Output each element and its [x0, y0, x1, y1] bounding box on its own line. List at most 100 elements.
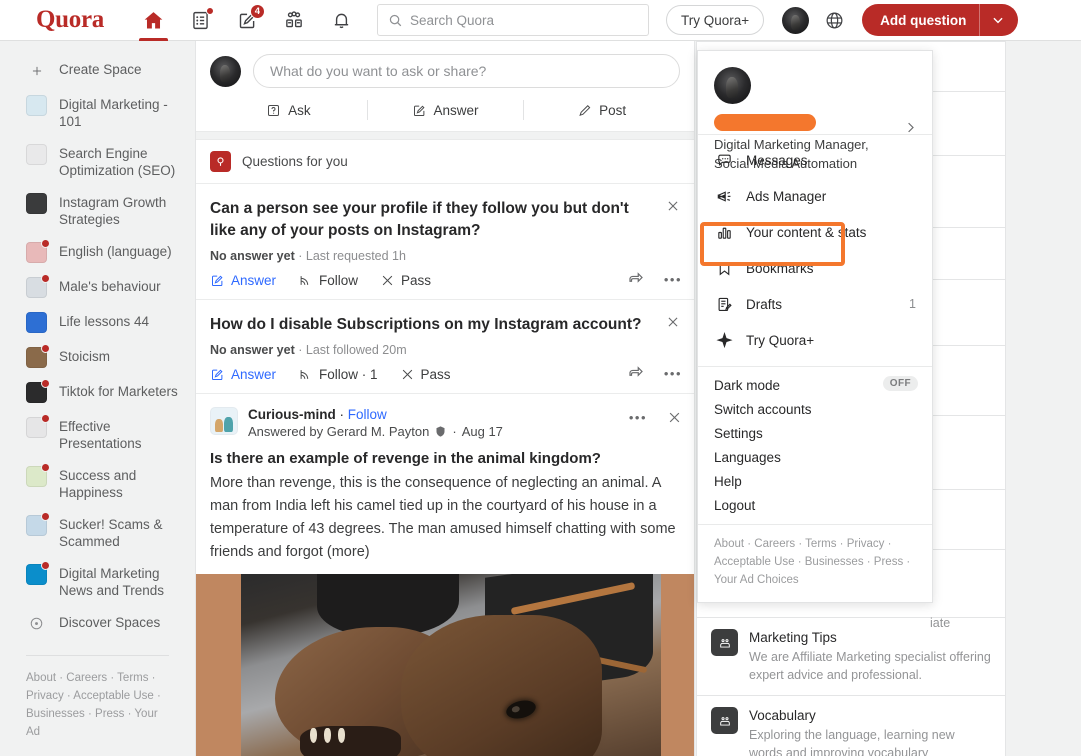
- right-card-row: Marketing Tips We are Affiliate Marketing…: [711, 629, 991, 684]
- space-name[interactable]: Curious-mind: [248, 407, 336, 422]
- space-icon: [26, 463, 50, 487]
- sidebar-item-effective-presentations[interactable]: Effective Presentations: [0, 410, 195, 459]
- space-icon: [26, 379, 50, 403]
- dropdown-item-drafts[interactable]: Drafts 1: [698, 286, 932, 322]
- dropdown-item-your-content-stats[interactable]: Your content & stats: [698, 214, 932, 250]
- sidebar-item-tiktok-for-marketers[interactable]: Tiktok for Marketers: [0, 375, 195, 410]
- share-icon[interactable]: [627, 364, 645, 382]
- sidebar-footer-links[interactable]: About · Careers · Terms · Privacy · Acce…: [0, 669, 195, 741]
- composer-input[interactable]: What do you want to ask or share?: [253, 54, 680, 88]
- dropdown-item-dark-mode[interactable]: Dark mode OFF: [698, 373, 932, 397]
- home-icon[interactable]: [130, 0, 177, 41]
- space-follow-link[interactable]: Follow: [348, 407, 387, 422]
- messages-icon: [714, 152, 734, 169]
- author-byline[interactable]: Answered by Gerard M. Payton: [248, 424, 429, 439]
- sidebar-item-create-space[interactable]: Create Space: [0, 53, 195, 88]
- sidebar-item-label: Discover Spaces: [59, 615, 161, 630]
- close-icon[interactable]: [664, 197, 682, 215]
- answer-label: Answer: [231, 273, 277, 288]
- rss-icon: [300, 276, 309, 285]
- dropdown-item-messages[interactable]: Messages: [698, 142, 932, 178]
- sidebar-item-label: Male's behaviour: [59, 279, 161, 294]
- sidebar-item-instagram-growth-strategies[interactable]: Instagram Growth Strategies: [0, 186, 195, 235]
- compass-icon: [26, 613, 47, 634]
- sidebar-item-search-engine-optimization-seo[interactable]: Search Engine Optimization (SEO): [0, 137, 195, 186]
- question-card: How do I disable Subscriptions on my Ins…: [196, 300, 694, 394]
- sidebar-item-label: Life lessons 44: [59, 314, 150, 329]
- unread-badge-dot: [41, 344, 50, 353]
- avatar[interactable]: [782, 6, 810, 34]
- sidebar-item-label: Create Space: [59, 62, 142, 77]
- sidebar-item-life-lessons-44[interactable]: Life lessons 44: [0, 305, 195, 340]
- sidebar-item-stoicism[interactable]: Stoicism: [0, 340, 195, 375]
- composer-answer-button[interactable]: Answer: [366, 97, 524, 123]
- notifications-bell-icon[interactable]: [318, 0, 365, 41]
- dropdown-item-ads-manager[interactable]: Ads Manager: [698, 178, 932, 214]
- pass-button[interactable]: Pass: [400, 367, 451, 382]
- answer-button[interactable]: Answer: [210, 367, 276, 382]
- sidebar-item-success-and-happiness[interactable]: Success and Happiness: [0, 459, 195, 508]
- right-card-text: Marketing Tips We are Affiliate Marketing…: [749, 629, 991, 684]
- question-title[interactable]: Can a person see your profile if they fo…: [210, 198, 680, 242]
- answer-requests-icon[interactable]: [177, 0, 224, 41]
- add-question-button[interactable]: Add question: [862, 4, 1019, 36]
- search-bar[interactable]: [376, 4, 649, 36]
- composer-avatar[interactable]: [210, 55, 241, 87]
- sidebar-item-sucker-scams-scammed[interactable]: Sucker! Scams & Scammed: [0, 508, 195, 557]
- sidebar-item-male-s-behaviour[interactable]: Male's behaviour: [0, 270, 195, 305]
- dropdown-profile-header[interactable]: Digital Marketing Manager, Social Media …: [698, 51, 932, 171]
- profile-dropdown-menu: Digital Marketing Manager, Social Media …: [697, 50, 933, 603]
- dropdown-item-help[interactable]: Help: [698, 469, 932, 493]
- dropdown-item-switch-accounts[interactable]: Switch accounts: [698, 397, 932, 421]
- answer-button[interactable]: Answer: [210, 273, 276, 288]
- dropdown-secondary-items: Dark mode OFF Switch accounts Settings Langu…: [698, 367, 932, 524]
- right-sidebar-card[interactable]: Vocabulary Exploring the language, learni…: [696, 695, 1006, 756]
- questions-for-you-label: Questions for you: [242, 154, 348, 169]
- more-options-icon[interactable]: •••: [664, 272, 682, 287]
- question-title[interactable]: How do I disable Subscriptions on my Ins…: [210, 314, 680, 336]
- sidebar-item-discover-spaces[interactable]: Discover Spaces: [0, 606, 195, 641]
- try-quora-plus-button[interactable]: Try Quora+: [665, 5, 765, 35]
- pass-button[interactable]: Pass: [380, 273, 431, 288]
- top-navigation-bar: Quora 4 Search Quora Try Quora+ Add ques…: [0, 0, 1081, 41]
- composer-post-label: Post: [599, 102, 627, 118]
- dark-mode-toggle[interactable]: OFF: [882, 376, 918, 391]
- close-icon[interactable]: [667, 410, 682, 425]
- space-avatar[interactable]: [210, 407, 238, 435]
- more-options-icon[interactable]: •••: [629, 410, 647, 425]
- chevron-down-icon[interactable]: [980, 13, 1018, 27]
- sidebar-space-list: Create Space Digital Marketing - 101 Searc…: [0, 53, 195, 641]
- quora-logo[interactable]: Quora: [36, 6, 104, 34]
- write-answer-icon[interactable]: 4: [224, 0, 271, 41]
- dropdown-item-languages[interactable]: Languages: [698, 445, 932, 469]
- dropdown-item-logout[interactable]: Logout: [698, 493, 932, 517]
- right-card-row: Vocabulary Exploring the language, learni…: [711, 707, 991, 756]
- composer-ask-button[interactable]: Ask: [210, 97, 367, 123]
- follow-button[interactable]: Follow: [298, 273, 358, 288]
- spaces-icon[interactable]: [271, 0, 318, 41]
- dropdown-item-settings[interactable]: Settings: [698, 421, 932, 445]
- close-icon[interactable]: [664, 313, 682, 331]
- share-icon[interactable]: [627, 270, 645, 288]
- read-more-link[interactable]: (more): [327, 544, 370, 560]
- answer-question-title[interactable]: Is there an example of revenge in the an…: [196, 439, 694, 467]
- answer-card-names: Curious-mind · Follow Answered by Gerard…: [248, 407, 680, 439]
- more-options-icon[interactable]: •••: [664, 366, 682, 381]
- dropdown-item-bookmarks[interactable]: Bookmarks: [698, 250, 932, 286]
- bar-chart-icon: [714, 224, 734, 241]
- dropdown-footer-links[interactable]: About · Careers · Terms · Privacy · Acce…: [698, 524, 932, 602]
- language-globe-icon[interactable]: [824, 10, 845, 31]
- follow-button[interactable]: Follow · 1: [298, 367, 378, 382]
- search-input[interactable]: [409, 12, 625, 28]
- sidebar-item-digital-marketing-news-and-trends[interactable]: Digital Marketing News and Trends: [0, 557, 195, 606]
- question-actions: Answer Follow · 1 Pass •••: [210, 364, 682, 382]
- composer-answer-label: Answer: [433, 102, 479, 118]
- chevron-right-icon[interactable]: [903, 120, 918, 140]
- sidebar-item-digital-marketing-101[interactable]: Digital Marketing - 101: [0, 88, 195, 137]
- right-sidebar-card[interactable]: Marketing Tips We are Affiliate Marketing…: [696, 617, 1006, 695]
- answer-image[interactable]: [196, 574, 694, 756]
- composer-post-button[interactable]: Post: [523, 97, 680, 123]
- sidebar-item-english-language[interactable]: English (language): [0, 235, 195, 270]
- unread-badge-dot: [41, 414, 50, 423]
- dropdown-item-try-quora[interactable]: Try Quora+: [698, 322, 932, 358]
